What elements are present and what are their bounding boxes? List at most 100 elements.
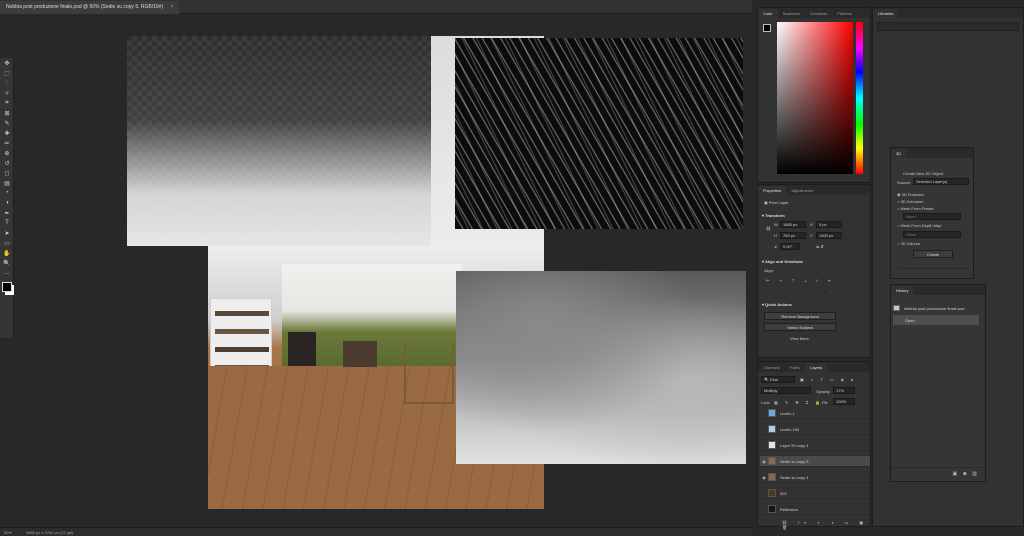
toolbar-color-swatches[interactable]: [2, 282, 12, 292]
blur-icon[interactable]: ◔: [0, 188, 14, 198]
gradient-icon[interactable]: ▤: [0, 178, 14, 188]
tab-adjustments[interactable]: Adjustments: [786, 186, 818, 195]
tab-3d[interactable]: 3D: [891, 149, 907, 158]
lasso-icon[interactable]: ◌: [0, 78, 14, 88]
pen-icon[interactable]: ✒: [0, 208, 14, 218]
source-select[interactable]: Selected Layer(s): [913, 178, 969, 185]
foreground-color-swatch[interactable]: [763, 24, 771, 32]
select-subject-button[interactable]: Select Subject: [764, 323, 836, 331]
history-brush-icon[interactable]: ↺: [0, 158, 14, 168]
close-tab-icon[interactable]: ×: [171, 4, 174, 10]
layer-filter-icons[interactable]: ▣ ◐ T ▭ ◈ ●: [800, 377, 856, 382]
tab-layers[interactable]: Layers: [805, 363, 828, 372]
layer-row[interactable]: Livello 1: [760, 408, 870, 419]
new-snapshot-icon[interactable]: ▣: [953, 471, 958, 478]
flip-icons[interactable]: ⇋ ⇵: [816, 244, 824, 249]
tools-panel: ✥ ⬚ ◌ ✧ ⌗ ⊠ ✎ ✚ ✏ ⊕ ↺ ◻ ▤ ◔ ◑ ✒ T ➤ ▭ ✋ 🔍…: [0, 58, 14, 338]
layer-row[interactable]: ◉ Sedie su copy 5: [760, 456, 870, 467]
fill-field[interactable]: 100%: [833, 398, 855, 405]
align-more-button[interactable]: ...: [830, 289, 833, 294]
shape-icon[interactable]: ▭: [0, 238, 14, 248]
tab-paths[interactable]: Paths: [785, 363, 805, 372]
tab-patterns[interactable]: Patterns: [832, 9, 857, 18]
quick-select-icon[interactable]: ✧: [0, 88, 14, 98]
layer-name: Livello 1: [780, 410, 795, 416]
tab-history[interactable]: History: [891, 286, 914, 295]
visibility-eye-icon[interactable]: ◉: [760, 475, 768, 480]
canvas-area[interactable]: [14, 15, 750, 527]
option-mesh-depth[interactable]: ○ Mesh From Depth Map: [897, 223, 941, 228]
healing-icon[interactable]: ✚: [0, 128, 14, 138]
angle-field[interactable]: 0,00°: [780, 243, 800, 250]
marquee-icon[interactable]: ⬚: [0, 68, 14, 78]
stamp-icon[interactable]: ⊕: [0, 148, 14, 158]
layer-row[interactable]: ◉ Sedie su copy 4: [760, 472, 870, 483]
x-field[interactable]: 0 px: [816, 221, 842, 228]
frame-icon[interactable]: ⊠: [0, 108, 14, 118]
link-icon[interactable]: ⛓: [766, 226, 771, 231]
crop-icon[interactable]: ⌗: [0, 98, 14, 108]
eyedropper-icon[interactable]: ✎: [0, 118, 14, 128]
dodge-icon[interactable]: ◑: [0, 198, 14, 208]
history-open-label: Open: [905, 317, 915, 323]
trash-icon[interactable]: ▥: [972, 471, 977, 478]
view-more-link[interactable]: View More: [790, 336, 809, 341]
blend-mode-select[interactable]: Multiply: [761, 387, 811, 394]
hue-slider[interactable]: [856, 22, 863, 174]
type-icon[interactable]: T: [0, 218, 14, 228]
layer-row[interactable]: Reflection: [760, 504, 870, 515]
chair-right: [343, 341, 377, 367]
eraser-icon[interactable]: ◻: [0, 168, 14, 178]
hand-icon[interactable]: ✋: [0, 248, 14, 258]
align-heading[interactable]: ▾ Align and Distribute: [762, 259, 803, 264]
chair-left: [288, 332, 316, 366]
history-file-item[interactable]: Nebbia post produzione finale.psd: [893, 303, 983, 313]
create-3d-label: Create New 3D Object: [903, 171, 944, 176]
preset-select[interactable]: None: [903, 213, 961, 220]
more-icon[interactable]: …: [0, 268, 14, 278]
tab-libraries[interactable]: Libraries: [873, 9, 899, 18]
camera-icon[interactable]: ◙: [963, 471, 966, 478]
option-mesh-preset[interactable]: ○ Mesh From Preset: [897, 206, 933, 211]
zoom-icon[interactable]: 🔍: [0, 258, 14, 268]
option-3d-extrusion[interactable]: ○ 3D Extrusion: [897, 199, 923, 204]
width-field[interactable]: 1880 px: [780, 221, 806, 228]
history-open-item[interactable]: Open: [893, 315, 979, 325]
tab-gradients[interactable]: Gradients: [805, 9, 832, 18]
option-3d-volume[interactable]: ○ 3D Volume: [897, 241, 920, 246]
lock-icons[interactable]: ▦ ✎ ✥ ⌗ 🔒: [774, 400, 823, 405]
layer-thumbnail: [768, 425, 776, 433]
create-3d-button[interactable]: Create: [913, 250, 953, 258]
layers-footer-icons[interactable]: ⛓ fx ◐ ◑ ▭ ▣ 🗑: [782, 520, 870, 530]
move-icon[interactable]: ✥: [0, 58, 14, 68]
depth-select[interactable]: Plane: [903, 231, 961, 238]
height-field[interactable]: 760 px: [780, 232, 806, 239]
brush-icon[interactable]: ✏: [0, 138, 14, 148]
tab-properties[interactable]: Properties: [758, 186, 787, 195]
remove-background-button[interactable]: Remove Background: [764, 312, 836, 320]
tab-swatches[interactable]: Swatches: [778, 9, 805, 18]
document-tab[interactable]: Nebbia post produzione finale.psd @ 50% …: [0, 1, 180, 14]
opacity-field[interactable]: 17%: [833, 387, 855, 394]
option-mesh-preset-label: Mesh From Preset: [900, 206, 934, 211]
angle-icon: ∠: [774, 244, 778, 249]
layer-kind-filter[interactable]: 🔍 Kind: [761, 376, 795, 383]
libraries-search-field[interactable]: [877, 22, 1019, 31]
align-buttons[interactable]: ⊢ ⊣ ⊤ ⊥ ⊦ ⊨: [766, 278, 835, 283]
layer-thumbnail: [768, 473, 776, 481]
layer-row[interactable]: Layer 99 copy 4: [760, 440, 870, 451]
path-select-icon[interactable]: ➤: [0, 228, 14, 238]
quick-actions-heading[interactable]: ▾ Quick Actions: [762, 302, 792, 307]
y-field[interactable]: 1900 px: [816, 232, 842, 239]
tab-channels[interactable]: Channels: [758, 363, 785, 372]
tab-color[interactable]: Color: [758, 9, 778, 18]
zoom-level[interactable]: 50%: [4, 530, 12, 535]
layer-row[interactable]: Livello 150: [760, 424, 870, 435]
layer-row[interactable]: 002: [760, 488, 870, 499]
option-3d-postcard[interactable]: ◉ 3D Postcard: [897, 192, 924, 197]
3d-panel-footer-icons: [897, 268, 969, 274]
visibility-eye-icon[interactable]: ◉: [760, 459, 768, 464]
color-picker-field[interactable]: [777, 22, 853, 174]
transform-heading[interactable]: ▾ Transform: [762, 213, 785, 218]
option-3d-extrusion-label: 3D Extrusion: [900, 199, 924, 204]
